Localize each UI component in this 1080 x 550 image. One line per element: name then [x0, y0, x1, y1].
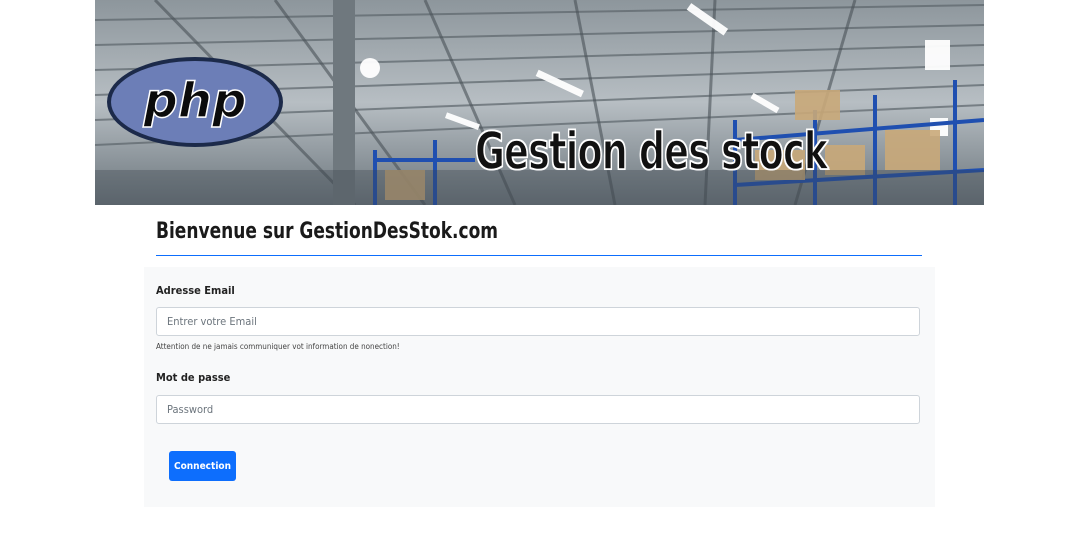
- header-banner: php Gestion des stock: [95, 0, 984, 205]
- banner-title: Gestion des stock: [474, 121, 828, 183]
- email-field[interactable]: [156, 307, 920, 336]
- php-logo: php: [107, 57, 283, 147]
- page-title: Bienvenue sur GestionDesStok.com: [156, 219, 499, 244]
- password-label: Mot de passe: [156, 371, 231, 384]
- email-help-text: Attention de ne jamais communiquer vot i…: [156, 342, 400, 351]
- php-logo-text: php: [143, 73, 247, 129]
- connection-button[interactable]: Connection: [169, 451, 236, 481]
- login-form: Adresse Email Attention de ne jamais com…: [144, 267, 935, 507]
- login-page: php Gestion des stock Bienvenue sur Gest…: [0, 0, 1080, 550]
- welcome-heading-block: Bienvenue sur GestionDesStok.com: [156, 218, 922, 256]
- email-label: Adresse Email: [156, 284, 235, 297]
- password-field[interactable]: [156, 395, 920, 424]
